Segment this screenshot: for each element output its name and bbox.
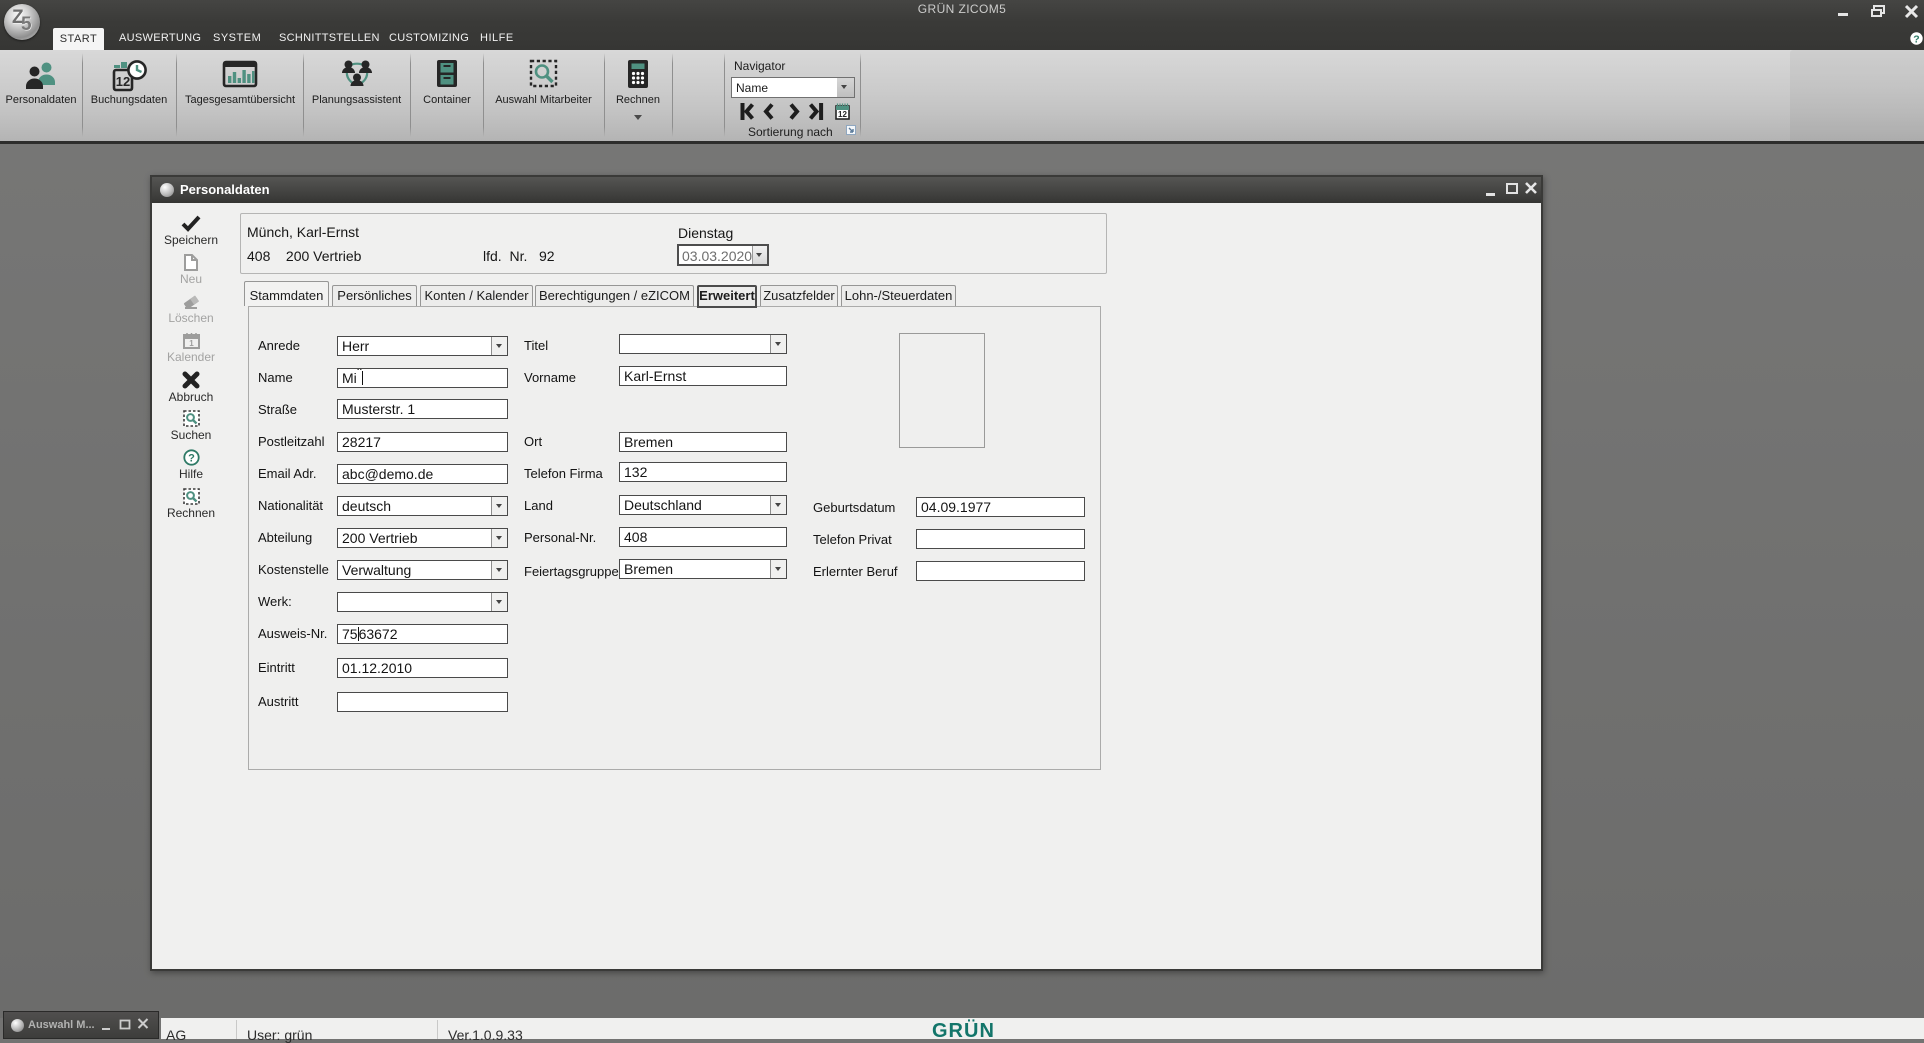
svg-text:12: 12 [838, 110, 847, 119]
svg-text:12: 12 [116, 74, 130, 89]
svg-text:?: ? [188, 453, 195, 465]
svg-text:1: 1 [189, 339, 194, 348]
svg-text:?: ? [1913, 34, 1919, 46]
